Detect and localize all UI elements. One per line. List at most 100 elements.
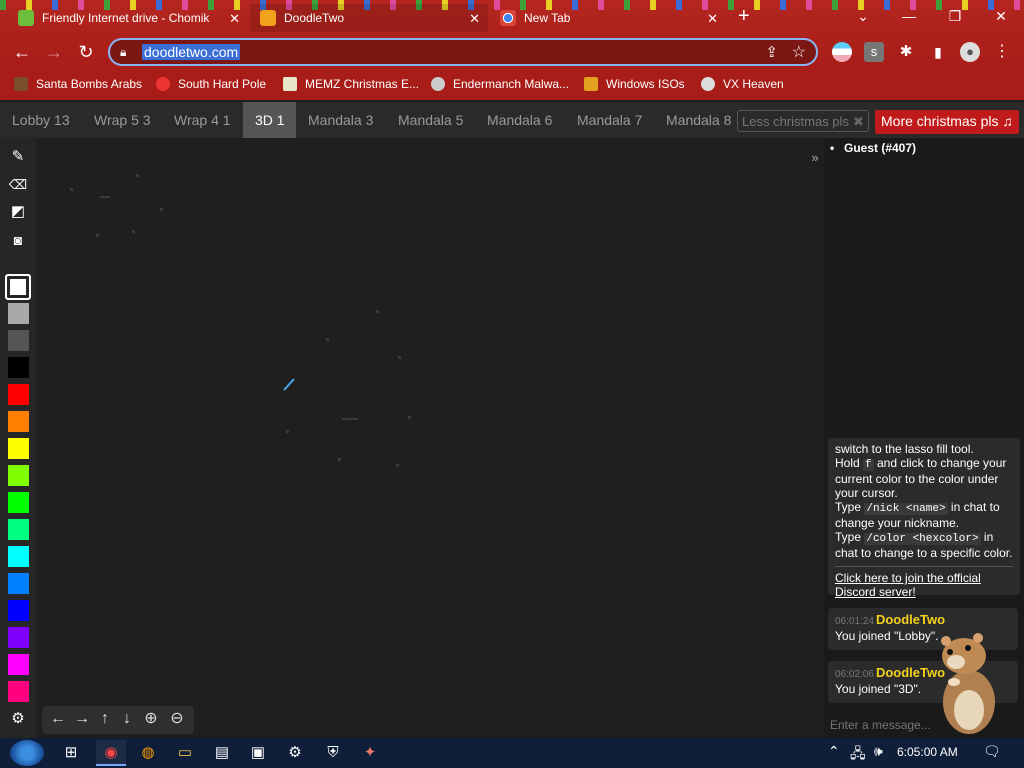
lock-icon: 🔒︎ [120, 45, 127, 59]
bookmark-star-icon[interactable]: ☆ [792, 42, 806, 62]
clear-input-icon[interactable]: ✖ [853, 114, 864, 130]
color-swatch[interactable] [8, 519, 29, 540]
close-tab-icon[interactable]: ✕ [707, 11, 718, 27]
bookmark-memz-christmas[interactable]: MEMZ Christmas E... [283, 77, 419, 91]
bookmark-santa-bombs-arabs[interactable]: Santa Bombs Arabs [14, 77, 142, 91]
divider [835, 566, 1013, 567]
room-tab-wrap-5-3[interactable]: Wrap 5 3 [82, 102, 163, 138]
bookmark-windows-isos[interactable]: Windows ISOs [584, 77, 685, 91]
room-tab-lobby-13[interactable]: Lobby 13 [0, 102, 82, 138]
color-swatch[interactable] [5, 274, 31, 300]
room-tab-mandala-6[interactable]: Mandala 6 [475, 102, 564, 138]
color-swatch[interactable] [8, 330, 29, 351]
room-tab-wrap-4-1[interactable]: Wrap 4 1 [162, 102, 243, 138]
url-text[interactable]: doodletwo.com [142, 44, 241, 60]
notifications-icon[interactable]: 🗨︎ [983, 743, 1001, 760]
system-clock[interactable]: 6:05:00 AM [897, 745, 958, 759]
back-icon[interactable]: ← [10, 40, 34, 64]
tab-new-tab[interactable]: New Tab ✕ [490, 4, 726, 32]
color-swatch[interactable] [8, 573, 29, 594]
tab-search-chevron-icon[interactable]: ⌄ [840, 4, 886, 28]
reload-icon[interactable]: ↻ [74, 40, 98, 64]
color-swatch[interactable] [8, 384, 29, 405]
profile-avatar-icon[interactable]: ● [960, 42, 980, 62]
settings-taskbar-icon[interactable]: ⚙ [280, 740, 310, 766]
close-tab-icon[interactable]: ✕ [469, 11, 480, 27]
tab-doodletwo[interactable]: DoodleTwo ✕ [250, 4, 488, 32]
menu-kebab-icon[interactable]: ⋮ [992, 42, 1012, 62]
side-panel-icon[interactable]: ▮ [928, 42, 948, 62]
bookmark-icon [14, 77, 28, 91]
pan-left-icon[interactable]: ← [48, 708, 68, 730]
room-tab-3d-1[interactable]: 3D 1 [243, 102, 296, 138]
bookmark-icon [584, 77, 598, 91]
help-hold-f: Hold f and click to change your current … [835, 456, 1007, 500]
extension-s-icon[interactable]: s [864, 42, 884, 62]
room-tab-mandala-7[interactable]: Mandala 7 [565, 102, 654, 138]
color-swatch[interactable] [8, 438, 29, 459]
network-icon[interactable]: 🖧︎ [850, 743, 866, 767]
minimize-icon[interactable]: — [886, 4, 932, 28]
collapse-panel-icon[interactable]: » [808, 150, 822, 166]
pan-right-icon[interactable]: → [72, 708, 92, 730]
color-swatch[interactable] [8, 411, 29, 432]
firefox-taskbar-icon[interactable]: ◍ [133, 740, 163, 766]
discord-link[interactable]: Click here to join the official Discord … [835, 571, 981, 599]
eraser-icon[interactable]: ⌫ [7, 174, 29, 196]
share-icon[interactable]: ⇪ [765, 43, 778, 61]
color-swatch[interactable] [8, 654, 29, 675]
color-swatch[interactable] [8, 303, 29, 324]
color-swatch[interactable] [8, 600, 29, 621]
paint-bucket-icon[interactable]: ◩ [7, 201, 29, 223]
bookmarks-bar: Santa Bombs Arabs South Hard Pole MEMZ C… [0, 70, 1024, 100]
room-tab-mandala-8[interactable]: Mandala 8 [654, 102, 743, 138]
address-bar[interactable]: 🔒︎ doodletwo.com ⇪ ☆ [108, 38, 818, 66]
close-tab-icon[interactable]: ✕ [229, 11, 240, 27]
color-swatch[interactable] [8, 681, 29, 702]
pan-down-icon[interactable]: ↓ [117, 708, 137, 730]
command-prompt-icon[interactable]: ▣ [243, 740, 273, 766]
start-button-icon[interactable] [10, 740, 44, 766]
settings-gear-icon[interactable]: ⚙ [7, 708, 29, 730]
browser-tab-strip: Friendly Internet drive - Chomik ✕ Doodl… [0, 0, 1024, 70]
tab-friendly-internet-drive[interactable]: Friendly Internet drive - Chomik ✕ [8, 4, 248, 32]
pencil-icon[interactable]: ✎ [7, 146, 29, 168]
bookmark-label: MEMZ Christmas E... [305, 77, 420, 91]
close-window-icon[interactable]: ✕ [978, 4, 1024, 28]
color-swatch[interactable] [8, 627, 29, 648]
color-swatch[interactable] [8, 465, 29, 486]
room-tab-mandala-5[interactable]: Mandala 5 [386, 102, 475, 138]
color-swatch[interactable] [8, 546, 29, 567]
app-taskbar-icon[interactable]: ✦ [355, 740, 385, 766]
tray-chevron-up-icon[interactable]: ⌃ [828, 743, 840, 760]
task-view-icon[interactable]: ⊞ [56, 740, 86, 766]
zoom-in-icon[interactable]: ⊕ [141, 708, 161, 730]
volume-icon[interactable]: 🕪︎ [874, 743, 883, 760]
zoom-out-icon[interactable]: ⊖ [167, 708, 187, 730]
less-christmas-input[interactable] [737, 110, 869, 132]
bookmark-endermanch-malware[interactable]: Endermanch Malwa... [431, 77, 569, 91]
hamster-mascot-image [941, 633, 995, 734]
file-explorer-icon[interactable]: ▭ [170, 740, 200, 766]
new-tab-icon[interactable]: + [738, 6, 750, 26]
bookmark-south-hard-pole[interactable]: South Hard Pole [156, 77, 266, 91]
security-shield-icon[interactable]: ⛨ [318, 740, 348, 766]
bookmark-vx-heaven[interactable]: VX Heaven [701, 77, 784, 91]
profile-flag-extension-icon[interactable] [832, 42, 852, 62]
color-swatch[interactable] [8, 357, 29, 378]
remote-desktop-icon[interactable]: ▤ [207, 740, 237, 766]
camera-icon[interactable]: ◙ [7, 229, 29, 251]
bookmark-label: Santa Bombs Arabs [36, 77, 143, 91]
pan-up-icon[interactable]: ↑ [95, 708, 115, 730]
restore-icon[interactable]: ❐ [932, 4, 978, 28]
drawing-canvas[interactable] [36, 138, 824, 738]
help-text-box: switch to the lasso fill tool. Hold f an… [828, 438, 1020, 599]
color-swatch[interactable] [8, 492, 29, 513]
room-tab-mandala-3[interactable]: Mandala 3 [296, 102, 385, 138]
more-christmas-button[interactable]: More christmas pls ♫ [875, 110, 1019, 134]
forward-icon[interactable]: → [42, 40, 66, 64]
chrome-taskbar-icon[interactable]: ◉ [96, 740, 126, 766]
tab-title: DoodleTwo [284, 11, 345, 25]
extensions-puzzle-icon[interactable]: ✱ [896, 42, 916, 62]
faint-strokes [70, 174, 411, 467]
